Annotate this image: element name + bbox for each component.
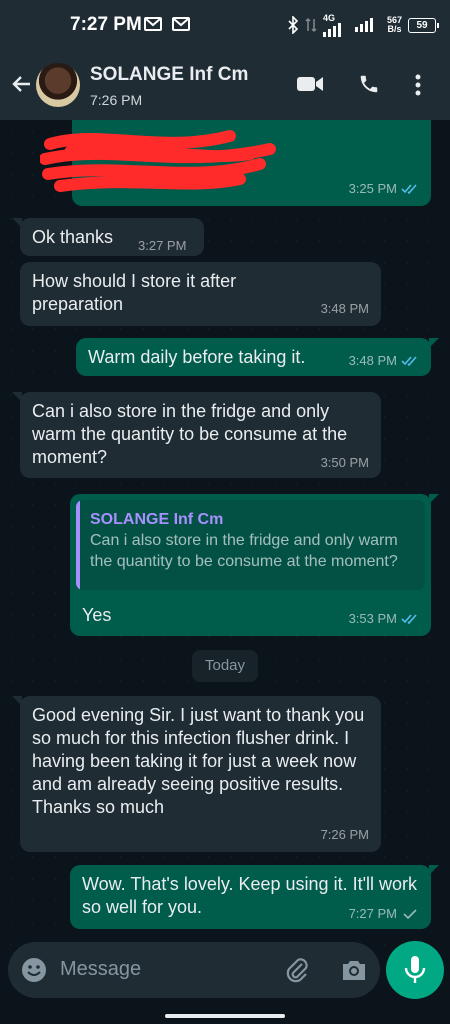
message-text: Warm daily before taking it.: [88, 347, 306, 367]
message-meta: 3:48 PM: [349, 349, 419, 372]
status-bar: 7:27 PM 4G 567 B/s 59: [0, 0, 450, 50]
read-ticks-icon: [401, 614, 417, 624]
message-time: 7:26 PM: [320, 827, 369, 842]
message-outgoing[interactable]: 3:25 PM: [40, 120, 431, 206]
gmail-icon-2: [172, 17, 190, 31]
message-time: 3:27 PM: [138, 238, 187, 253]
sent-tick-icon: [403, 909, 417, 919]
message-time: 3:50 PM: [320, 455, 369, 470]
message-text: Good evening Sir. I just want to thank y…: [32, 705, 365, 817]
quote-text: Can i also store in the fridge and only …: [90, 532, 398, 570]
message-text: Yes: [82, 605, 112, 625]
message-input-bar[interactable]: Message: [8, 942, 380, 998]
message-meta: 7:26 PM: [321, 823, 369, 846]
message-incoming[interactable]: Good evening Sir. I just want to thank y…: [12, 696, 381, 852]
avatar[interactable]: [36, 63, 80, 107]
phone-icon[interactable]: [358, 73, 380, 95]
read-ticks-icon: [401, 184, 417, 194]
status-time: 7:27 PM: [70, 14, 142, 35]
quote-author: SOLANGE Inf Cm: [90, 511, 224, 528]
message-meta: 3:50 PM: [321, 451, 369, 474]
message-time: 3:25 PM: [348, 181, 397, 196]
message-time: 7:27 PM: [348, 906, 397, 921]
message-meta: 7:27 PM: [349, 902, 419, 925]
message-outgoing-reply[interactable]: SOLANGE Inf Cm Can i also store in the f…: [70, 494, 439, 636]
attach-icon[interactable]: [284, 956, 310, 984]
chat-header: SOLANGE Inf Cm 7:26 PM: [0, 50, 450, 120]
message-incoming[interactable]: How should I store it after preparation …: [20, 262, 381, 326]
home-indicator[interactable]: [165, 1014, 285, 1018]
more-options-icon[interactable]: [414, 73, 422, 97]
signal-icon: [322, 22, 341, 37]
message-time: 3:53 PM: [348, 611, 397, 626]
message-meta: 3:53 PM: [349, 607, 419, 630]
status-icons: 4G 567 B/s 59: [287, 12, 439, 38]
redaction-scribble: [40, 130, 276, 192]
mic-icon: [404, 956, 426, 983]
camera-icon[interactable]: [340, 957, 368, 983]
message-incoming[interactable]: Can i also store in the fridge and only …: [12, 392, 381, 478]
mic-button[interactable]: [386, 941, 444, 999]
message-text: Ok thanks: [32, 227, 114, 247]
quoted-message[interactable]: SOLANGE Inf Cm Can i also store in the f…: [76, 500, 425, 590]
message-meta: 3:25 PM: [349, 177, 419, 200]
message-text: How should I store it after preparation: [32, 271, 237, 314]
contact-name[interactable]: SOLANGE Inf Cm: [90, 64, 248, 86]
chat-area[interactable]: 3:25 PM Ok thanks 3:27 PM How should I s…: [0, 120, 450, 950]
bluetooth-icon: [288, 16, 299, 34]
emoji-icon[interactable]: [20, 956, 48, 984]
back-arrow-icon[interactable]: [10, 72, 34, 96]
message-time: 3:48 PM: [320, 301, 369, 316]
message-time: 3:48 PM: [348, 353, 397, 368]
gmail-icon: [144, 17, 162, 31]
signal-icon-2: [354, 18, 373, 32]
read-ticks-icon: [401, 356, 417, 366]
message-input[interactable]: Message: [60, 958, 141, 981]
net-unit: B/s: [387, 24, 402, 34]
quote-bar: [76, 500, 80, 590]
message-meta: 3:48 PM: [321, 297, 369, 320]
message-outgoing[interactable]: Warm daily before taking it. 3:48 PM: [76, 338, 439, 376]
battery-indicator: 59: [408, 17, 439, 33]
data-arrows-icon: [305, 17, 317, 33]
last-seen: 7:26 PM: [90, 92, 143, 108]
message-meta: 3:27 PM: [138, 234, 186, 257]
video-call-icon[interactable]: [296, 73, 324, 95]
date-chip: Today: [192, 650, 258, 682]
network-type: 4G: [322, 12, 335, 23]
message-incoming[interactable]: Ok thanks 3:27 PM: [12, 218, 204, 257]
message-outgoing[interactable]: Wow. That's lovely. Keep using it. It'll…: [70, 865, 439, 929]
